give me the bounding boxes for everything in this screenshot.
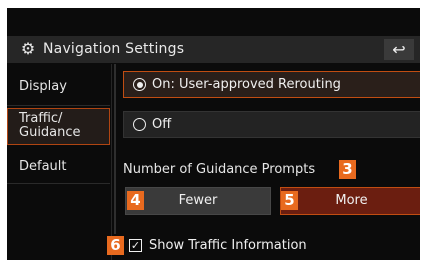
- more-label: More: [335, 193, 368, 208]
- sidebar-item-display[interactable]: Display: [7, 72, 110, 106]
- sidebar-item-label: Display: [19, 79, 67, 94]
- option-label: On: User-approved Rerouting: [152, 77, 341, 92]
- infotainment-screen: ⚙ Navigation Settings ↩ Display Traffic/…: [7, 8, 420, 260]
- fewer-label: Fewer: [178, 193, 218, 208]
- scrollbar[interactable]: [114, 64, 116, 234]
- radio-unselected-icon: [133, 118, 146, 131]
- callout-badge-4: 4: [127, 191, 144, 210]
- gear-icon: ⚙: [20, 39, 36, 58]
- fewer-button[interactable]: Fewer: [125, 187, 271, 215]
- callout-badge-5: 5: [281, 191, 298, 210]
- guidance-prompts-label: Number of Guidance Prompts: [123, 162, 316, 177]
- sidebar-item-default[interactable]: Default: [7, 150, 110, 184]
- sidebar-item-label: Traffic/ Guidance: [19, 111, 81, 140]
- back-button[interactable]: ↩: [384, 39, 414, 60]
- option-label: Off: [152, 117, 172, 132]
- more-button[interactable]: More: [280, 187, 420, 215]
- option-on-user-approved-rerouting[interactable]: On: User-approved Rerouting: [123, 71, 420, 98]
- page-title: Navigation Settings: [43, 41, 185, 57]
- show-traffic-label: Show Traffic Information: [149, 238, 307, 253]
- option-off[interactable]: Off: [123, 111, 420, 138]
- radio-selected-icon: [133, 78, 146, 91]
- callout-badge-6: 6: [107, 236, 124, 255]
- sidebar-item-traffic-guidance[interactable]: Traffic/ Guidance: [7, 108, 110, 145]
- sidebar-item-label: Default: [19, 159, 67, 174]
- callout-badge-3: 3: [339, 160, 356, 179]
- sidebar-divider: [111, 64, 112, 260]
- header-bar: ⚙ Navigation Settings ↩: [7, 36, 420, 63]
- back-arrow-icon: ↩: [392, 40, 406, 59]
- show-traffic-checkbox[interactable]: ✓: [129, 239, 142, 252]
- sidebar: Display Traffic/ Guidance Default: [7, 64, 110, 260]
